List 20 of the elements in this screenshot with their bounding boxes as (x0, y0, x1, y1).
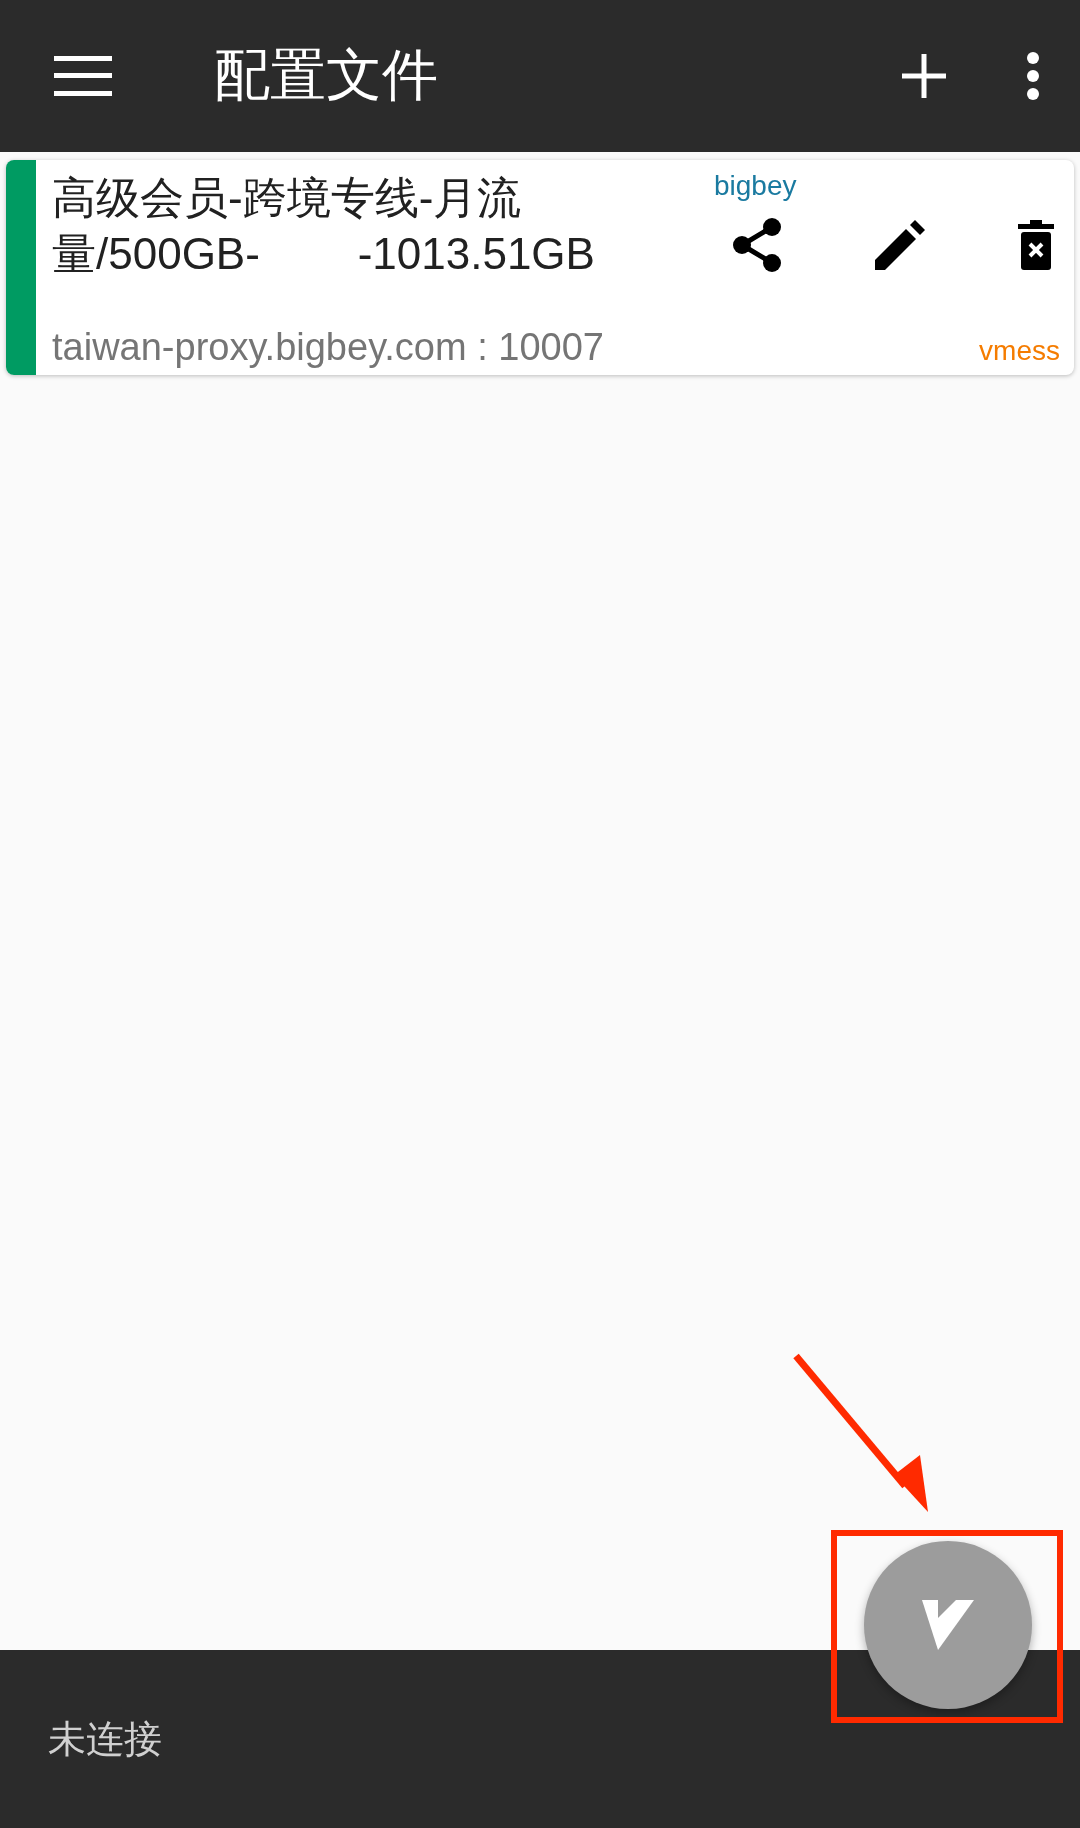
profile-card[interactable]: 高级会员-跨境专线-月流量/500GB- -1013.51GB bigbey taiwan-proxy.bigbey.com : 10007 vmess (6, 160, 1074, 375)
plus-icon (902, 54, 946, 98)
more-icon (1026, 52, 1040, 100)
profile-name: 高级会员-跨境专线-月流量/500GB- -1013.51GB (52, 172, 596, 280)
connection-status: 未连接 (48, 1716, 162, 1762)
menu-button[interactable] (54, 56, 112, 96)
share-icon (732, 218, 782, 272)
profile-group: bigbey (714, 170, 797, 202)
trash-icon (1018, 220, 1054, 270)
protocol-label: vmess (979, 335, 1060, 367)
menu-icon (54, 56, 112, 96)
v-logo-icon (922, 1600, 974, 1650)
pencil-icon (875, 220, 925, 270)
share-button[interactable] (732, 218, 782, 272)
edit-button[interactable] (875, 220, 925, 270)
more-options-button[interactable] (1026, 52, 1040, 100)
app-bar-title: 配置文件 (214, 42, 439, 108)
server-address: taiwan-proxy.bigbey.com : 10007 (52, 326, 604, 369)
add-button[interactable] (902, 54, 946, 98)
delete-button[interactable] (1018, 220, 1054, 270)
